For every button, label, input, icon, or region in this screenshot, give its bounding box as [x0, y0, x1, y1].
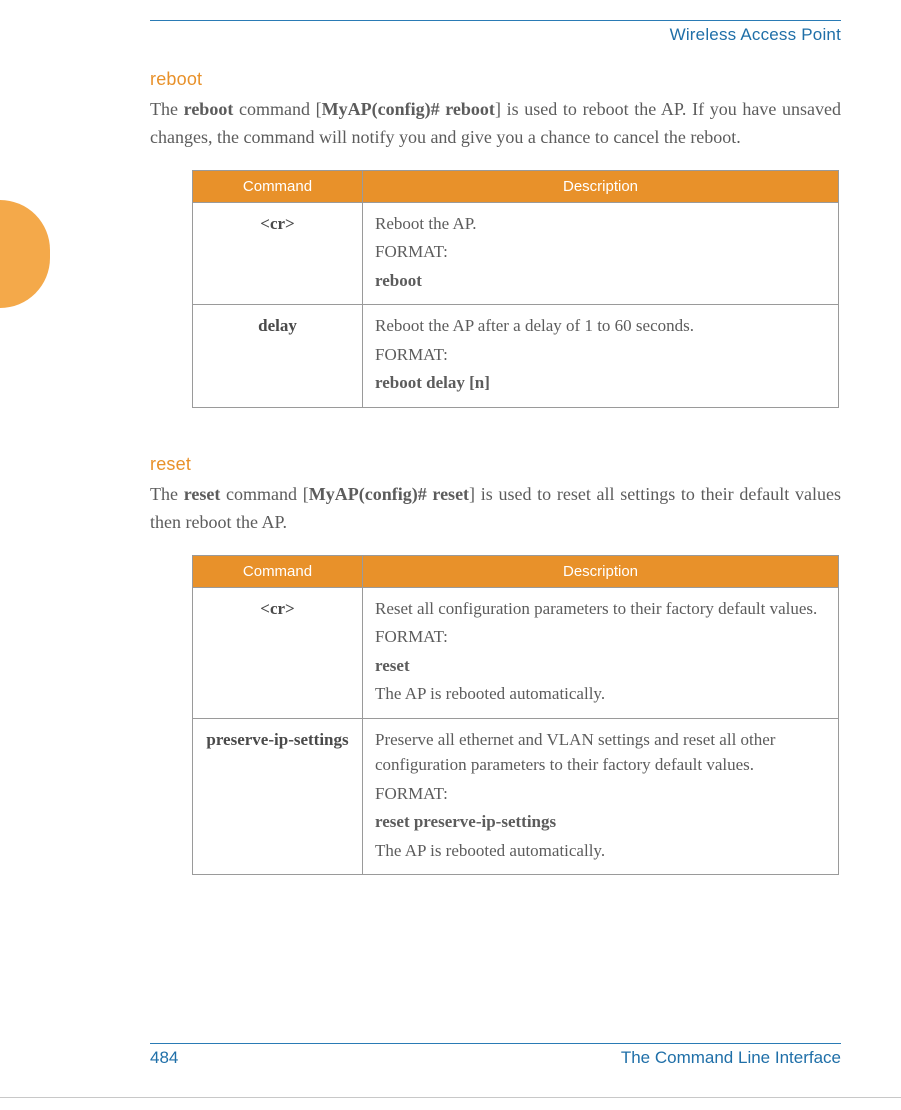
- table-row: preserve-ip-settings Preserve all ethern…: [193, 718, 839, 875]
- page-content: Wireless Access Point reboot The reboot …: [0, 0, 901, 1110]
- header-rule: [150, 20, 841, 21]
- description-cell: Reboot the AP after a delay of 1 to 60 s…: [363, 305, 839, 408]
- table-row: <cr> Reset all configuration parameters …: [193, 587, 839, 718]
- desc-line: Reboot the AP after a delay of 1 to 60 s…: [375, 313, 826, 339]
- desc-line: reset preserve-ip-settings: [375, 809, 826, 835]
- desc-line: Preserve all ethernet and VLAN settings …: [375, 727, 826, 778]
- description-cell: Reboot the AP. FORMAT: reboot: [363, 202, 839, 305]
- section-title-reboot: reboot: [150, 69, 841, 90]
- intro-text: The: [150, 99, 184, 119]
- desc-line: reset: [375, 653, 826, 679]
- footer-rule: [150, 1043, 841, 1044]
- bottom-edge-rule: [0, 1097, 901, 1098]
- desc-line: The AP is rebooted automatically.: [375, 681, 826, 707]
- command-table-reboot: Command Description <cr> Reboot the AP. …: [192, 170, 839, 408]
- intro-bold-prompt: MyAP(config)# reset: [309, 484, 469, 504]
- desc-line: FORMAT:: [375, 239, 826, 265]
- desc-line: FORMAT:: [375, 781, 826, 807]
- command-cell: <cr>: [193, 202, 363, 305]
- section-intro-reset: The reset command [MyAP(config)# reset] …: [150, 481, 841, 537]
- command-cell: delay: [193, 305, 363, 408]
- intro-text: command [: [233, 99, 321, 119]
- page-number: 484: [150, 1048, 178, 1068]
- desc-line: reboot delay [n]: [375, 370, 826, 396]
- table-row: delay Reboot the AP after a delay of 1 t…: [193, 305, 839, 408]
- column-header-command: Command: [193, 555, 363, 587]
- section-intro-reboot: The reboot command [MyAP(config)# reboot…: [150, 96, 841, 152]
- desc-line: FORMAT:: [375, 342, 826, 368]
- document-header-title: Wireless Access Point: [150, 25, 841, 45]
- table-row: <cr> Reboot the AP. FORMAT: reboot: [193, 202, 839, 305]
- format-value: reset preserve-ip-settings: [375, 812, 556, 831]
- format-value: reboot: [375, 271, 422, 290]
- intro-bold-cmd: reset: [184, 484, 221, 504]
- format-value: reset: [375, 656, 410, 675]
- desc-line: FORMAT:: [375, 624, 826, 650]
- desc-line: The AP is rebooted automatically.: [375, 838, 826, 864]
- chapter-title: The Command Line Interface: [621, 1048, 841, 1068]
- intro-text: command [: [220, 484, 308, 504]
- table-header-row: Command Description: [193, 555, 839, 587]
- intro-bold-prompt: MyAP(config)# reboot: [322, 99, 495, 119]
- desc-line: Reboot the AP.: [375, 211, 826, 237]
- intro-text: The: [150, 484, 184, 504]
- column-header-command: Command: [193, 170, 363, 202]
- description-cell: Preserve all ethernet and VLAN settings …: [363, 718, 839, 875]
- page-footer: 484 The Command Line Interface: [150, 1043, 841, 1068]
- intro-bold-cmd: reboot: [184, 99, 234, 119]
- column-header-description: Description: [363, 170, 839, 202]
- command-cell: preserve-ip-settings: [193, 718, 363, 875]
- section-title-reset: reset: [150, 454, 841, 475]
- table-header-row: Command Description: [193, 170, 839, 202]
- command-table-reset: Command Description <cr> Reset all confi…: [192, 555, 839, 876]
- desc-line: Reset all configuration parameters to th…: [375, 596, 826, 622]
- description-cell: Reset all configuration parameters to th…: [363, 587, 839, 718]
- format-value: reboot delay [n]: [375, 373, 490, 392]
- desc-line: reboot: [375, 268, 826, 294]
- command-cell: <cr>: [193, 587, 363, 718]
- column-header-description: Description: [363, 555, 839, 587]
